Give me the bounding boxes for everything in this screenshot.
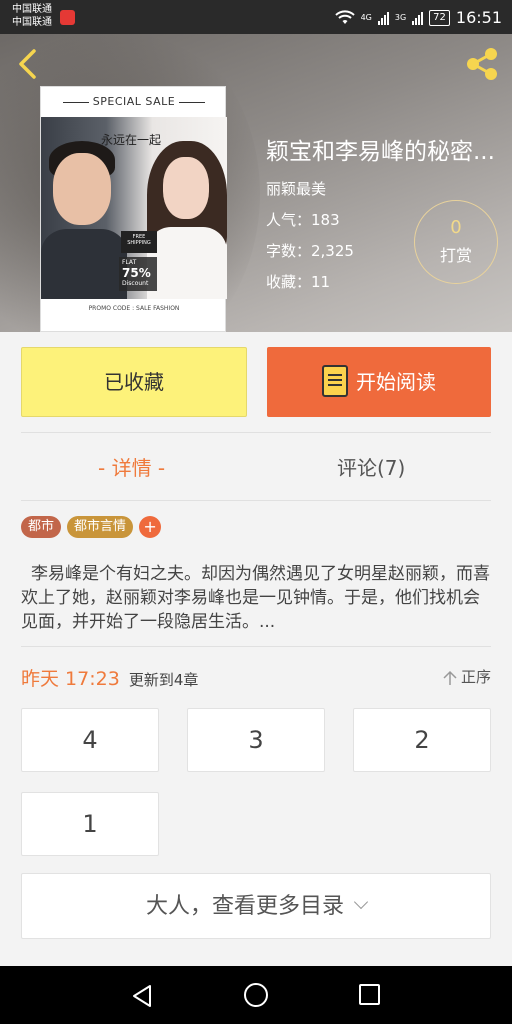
reward-label: 打赏 [439, 246, 472, 265]
cover-sign: FREE SHIPPING [121, 231, 157, 253]
reward-count: 0 [450, 217, 462, 238]
cover-figure-2-face [163, 157, 209, 219]
chevron-down-icon [353, 894, 369, 910]
share-icon[interactable] [464, 46, 500, 82]
divider [21, 432, 491, 433]
cover-photo: 永远在一起 FREE SHIPPING FLAT 75% Discount [41, 117, 227, 299]
chapter-button[interactable]: 1 [21, 792, 159, 856]
cover-figure-1-face [53, 153, 111, 225]
book-icon [322, 364, 348, 397]
signal-icon-2 [412, 11, 424, 25]
tab-detail[interactable]: - 详情 - [98, 452, 165, 481]
book-header: SPECIAL SALE 永远在一起 FREE SHIPPING FLAT 75… [0, 34, 512, 332]
battery-level: 72 [433, 11, 446, 23]
chapter-button[interactable]: 4 [21, 708, 159, 772]
cover-figure-2-body [147, 227, 227, 299]
add-tag-button[interactable]: + [139, 516, 162, 538]
update-row: 昨天 17:23 更新到4章 正序 [21, 664, 491, 692]
cover-discount-text: Discount [122, 280, 149, 287]
reward-button[interactable]: 0 打赏 [414, 200, 498, 284]
tag-urban[interactable]: 都市 [21, 516, 62, 538]
start-reading-button[interactable]: 开始阅读 [267, 347, 491, 417]
carrier-line-2: 中国联通 [12, 17, 52, 28]
signal-icon [377, 11, 389, 25]
network-type-1: 4G [360, 13, 372, 22]
cover-discount-badge: FLAT 75% Discount [119, 257, 157, 291]
tag-list: 都市 都市言情 + [21, 516, 162, 538]
action-bar: 已收藏 开始阅读 [0, 332, 512, 432]
tag-urban-romance[interactable]: 都市言情 [67, 516, 134, 538]
cover-figure-1-body [41, 229, 127, 299]
book-author[interactable]: 丽颖最美 [266, 178, 512, 199]
start-reading-label: 开始阅读 [356, 370, 436, 394]
cover-promo-text: PROMO CODE : SALE FASHION [88, 305, 180, 312]
chapter-button[interactable]: 2 [353, 708, 491, 772]
divider [21, 500, 491, 501]
nav-recent-apps-icon[interactable] [359, 984, 380, 1005]
update-text: 更新到4章 [128, 671, 199, 689]
cover-title: 永远在一起 [101, 133, 162, 147]
carrier-line-1: 中国联通 [12, 4, 52, 15]
back-icon[interactable] [14, 48, 42, 80]
status-icons: 4G 3G 72 16:51 [334, 8, 502, 27]
nav-home-icon[interactable] [244, 983, 268, 1007]
favorited-button[interactable]: 已收藏 [21, 347, 247, 417]
update-time: 昨天 17:23 [21, 668, 120, 690]
app-notification-icon [60, 10, 75, 25]
status-bar: 中国联通 中国联通 4G 3G 72 16:51 [0, 0, 512, 34]
more-catalog-label: 大人，查看更多目录 [145, 894, 344, 919]
tab-comments[interactable]: 评论(7) [337, 452, 405, 481]
book-cover[interactable]: SPECIAL SALE 永远在一起 FREE SHIPPING FLAT 75… [40, 86, 227, 332]
system-nav-bar [0, 966, 512, 1024]
carrier-label: 中国联通 中国联通 [12, 3, 52, 29]
network-type-2: 3G [394, 13, 407, 22]
cover-percent-text: 75% [122, 266, 151, 280]
book-description[interactable]: 李易峰是个有妇之夫。却因为偶然遇见了女明星赵丽颖，而喜欢上了她，赵丽颖对李易峰也… [21, 562, 491, 634]
clock: 16:51 [455, 8, 502, 27]
more-catalog-button[interactable]: 大人，查看更多目录 [21, 873, 491, 939]
sort-button[interactable]: 正序 [443, 666, 491, 687]
book-title: 颖宝和李易峰的秘密... [266, 139, 495, 165]
wifi-icon [334, 9, 355, 24]
sort-label: 正序 [460, 668, 491, 686]
cover-sale-text: SPECIAL SALE [41, 95, 227, 108]
divider [21, 646, 491, 647]
chapter-button[interactable]: 3 [187, 708, 325, 772]
arrow-up-icon [443, 670, 457, 685]
nav-back-icon[interactable] [130, 984, 154, 1008]
cover-flat-text: FLAT [122, 259, 137, 266]
battery-icon: 72 [429, 9, 450, 26]
